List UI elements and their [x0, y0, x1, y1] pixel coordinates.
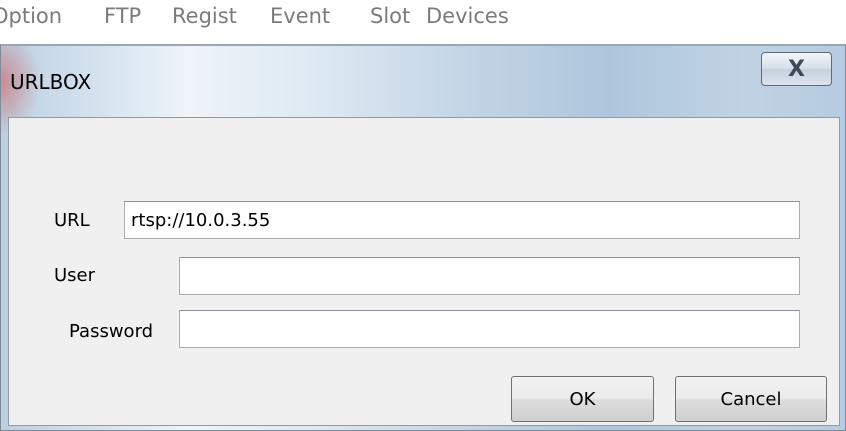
- menu-bar: Option FTP Regist Event Slot Devices: [0, 0, 846, 44]
- password-input[interactable]: [179, 310, 800, 348]
- close-icon: X: [788, 56, 805, 82]
- url-label: URL: [54, 210, 90, 231]
- menu-item-event[interactable]: Event: [270, 4, 330, 28]
- menu-item-regist[interactable]: Regist: [172, 4, 237, 28]
- menu-item-ftp[interactable]: FTP: [104, 4, 141, 28]
- user-label: User: [54, 265, 96, 286]
- menu-item-slot[interactable]: Slot: [370, 4, 410, 28]
- dialog-title: URLBOX: [10, 70, 92, 94]
- menu-item-option[interactable]: Option: [0, 4, 62, 28]
- user-input[interactable]: [179, 257, 800, 295]
- urlbox-dialog: URLBOX X URL rtsp://10.0.3.55 User Passw…: [0, 44, 846, 431]
- ok-button[interactable]: OK: [511, 376, 654, 422]
- password-label: Password: [69, 321, 154, 342]
- url-input[interactable]: rtsp://10.0.3.55: [124, 201, 800, 239]
- cancel-button[interactable]: Cancel: [675, 376, 827, 422]
- close-button[interactable]: X: [761, 52, 832, 86]
- menu-item-devices[interactable]: Devices: [426, 4, 509, 28]
- dialog-client-area: URL rtsp://10.0.3.55 User Password OK Ca…: [8, 117, 840, 426]
